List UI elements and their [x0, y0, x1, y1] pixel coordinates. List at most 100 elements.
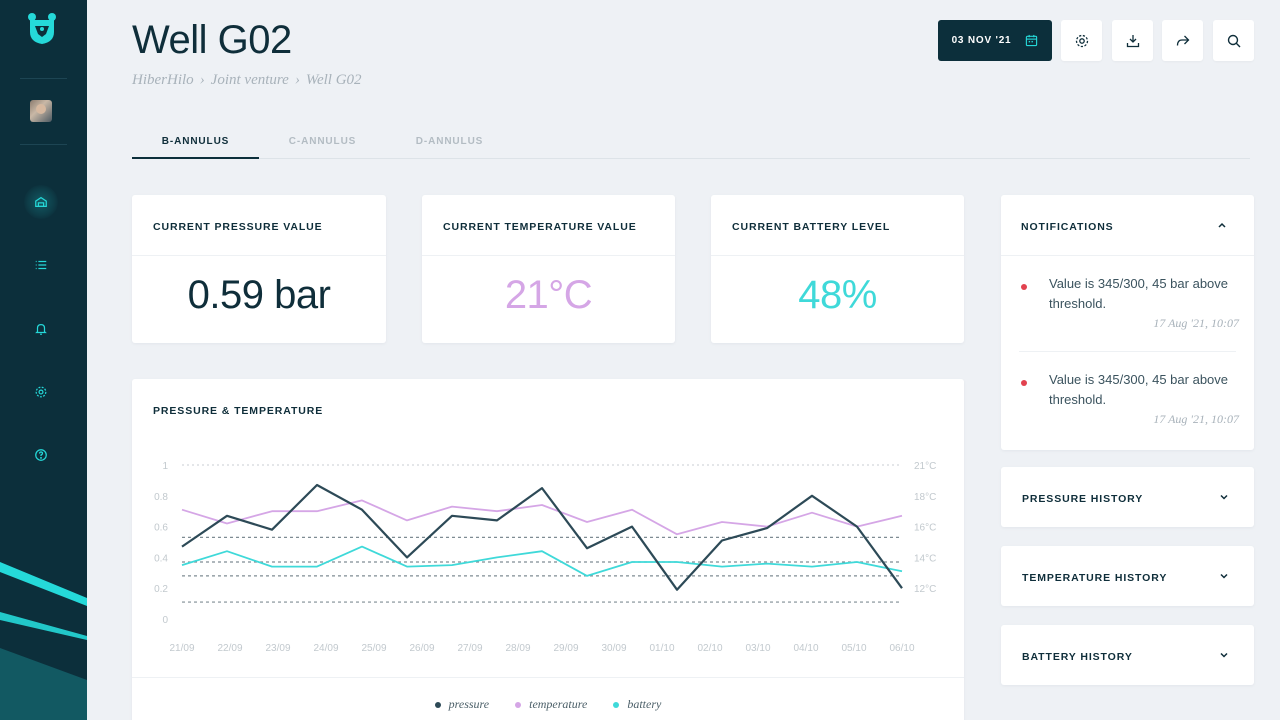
- battery-card: CURRENT BATTERY LEVEL 48%: [711, 195, 964, 343]
- card-divider: [1001, 255, 1254, 256]
- sidebar: [0, 0, 87, 720]
- card-divider: [132, 255, 386, 256]
- legend-item-battery[interactable]: battery: [613, 697, 661, 712]
- y-tick-label-right: 18°C: [914, 492, 936, 503]
- bell-icon: [35, 324, 47, 335]
- notification-time: 17 Aug '21, 10:07: [1153, 316, 1239, 330]
- card-divider: [422, 255, 675, 256]
- breadcrumb-item[interactable]: HiberHilo: [132, 72, 194, 89]
- download-icon: [1126, 34, 1139, 47]
- dashboard-icon: [35, 196, 47, 207]
- search-button[interactable]: [1213, 20, 1254, 61]
- y-tick-label-left: 0.8: [154, 492, 168, 503]
- pressure-card: CURRENT PRESSURE VALUE 0.59 bar: [132, 195, 386, 343]
- notification-time: 17 Aug '21, 10:07: [1153, 412, 1239, 426]
- help-icon: [35, 449, 47, 461]
- card-title: CURRENT TEMPERATURE VALUE: [443, 221, 637, 233]
- pressure-temperature-chart: 0 0.2 0.4 0.6 0.8 1 12°C 14°C 16°C 18°C 21°C 21/09 2…: [154, 461, 936, 654]
- legend-label: temperature: [529, 697, 588, 711]
- x-tick-label: 05/10: [841, 643, 866, 654]
- card-title: CURRENT BATTERY LEVEL: [732, 221, 891, 233]
- gear-icon: [1075, 34, 1088, 47]
- gear-icon: [35, 386, 47, 398]
- pressure-value: 0.59 bar: [187, 273, 331, 317]
- settings-button[interactable]: [1061, 20, 1102, 61]
- legend-label: battery: [627, 697, 662, 711]
- alert-dot: [1021, 284, 1027, 290]
- series-line-temperature: [181, 499, 903, 536]
- sidebar-item-settings[interactable]: [28, 379, 54, 405]
- search-icon: [1227, 34, 1240, 47]
- x-tick-label: 21/09: [169, 643, 194, 654]
- legend-dot: [515, 701, 522, 708]
- sidebar-item-list[interactable]: [28, 252, 54, 278]
- card-divider: [711, 255, 964, 256]
- accordion-title: TEMPERATURE HISTORY: [1022, 572, 1168, 584]
- accordion-pressure-history[interactable]: PRESSURE HISTORY: [1001, 467, 1254, 527]
- legend-item-temperature[interactable]: temperature: [515, 697, 587, 712]
- accordion-battery-history[interactable]: BATTERY HISTORY: [1001, 625, 1254, 685]
- sidebar-item-help[interactable]: [28, 442, 54, 468]
- chart-legend: pressure temperature battery: [132, 697, 964, 712]
- share-button[interactable]: [1162, 20, 1203, 61]
- tab-b-annulus[interactable]: B-ANNULUS: [132, 130, 259, 159]
- chevron-up-icon[interactable]: [1216, 219, 1228, 231]
- card-title: CURRENT PRESSURE VALUE: [153, 221, 323, 233]
- page-title: Well G02: [132, 18, 292, 62]
- bear-logo-icon[interactable]: [24, 10, 60, 46]
- breadcrumb-item-current: Well G02: [305, 72, 362, 88]
- breadcrumb-separator: ›: [199, 72, 205, 88]
- x-tick-label: 22/09: [217, 643, 242, 654]
- temperature-value: 21°C: [504, 273, 593, 317]
- x-tick-label: 06/10: [889, 643, 914, 654]
- x-tick-label: 02/10: [697, 643, 722, 654]
- y-tick-label-left: 0: [162, 615, 168, 626]
- download-button[interactable]: [1112, 20, 1153, 61]
- x-tick-label: 26/09: [409, 643, 434, 654]
- y-tick-label-left: 0.2: [154, 584, 168, 595]
- sidebar-item-dashboard[interactable]: [24, 185, 58, 219]
- chevron-down-icon: [1220, 573, 1228, 579]
- tab-c-annulus[interactable]: C-ANNULUS: [259, 130, 386, 159]
- battery-value: 48%: [798, 273, 877, 317]
- date-label: 03 NOV '21: [951, 35, 1012, 46]
- chevron-down-icon: [1220, 652, 1228, 658]
- tab-bar: B-ANNULUS C-ANNULUS D-ANNULUS: [132, 130, 1250, 159]
- y-tick-label-left: 0.4: [154, 553, 168, 564]
- y-tick-label-left: 1: [162, 461, 168, 472]
- alert-dot: [1021, 380, 1027, 386]
- accordion-temperature-history[interactable]: TEMPERATURE HISTORY: [1001, 546, 1254, 606]
- x-tick-label: 03/10: [745, 643, 770, 654]
- notification-item[interactable]: Value is 345/300, 45 bar above threshold…: [1019, 370, 1239, 430]
- calendar-icon: [1026, 34, 1038, 47]
- x-tick-label: 04/10: [793, 643, 818, 654]
- y-tick-label-right: 12°C: [914, 584, 936, 595]
- sidebar-decoration: [0, 562, 87, 720]
- breadcrumb: HiberHilo › Joint venture › Well G02: [132, 72, 362, 89]
- y-tick-label-right: 14°C: [914, 553, 936, 564]
- x-tick-label: 25/09: [361, 643, 386, 654]
- notification-text: Value is 345/300, 45 bar above threshold…: [1049, 276, 1229, 311]
- x-tick-label: 23/09: [265, 643, 290, 654]
- share-icon: [1176, 35, 1189, 46]
- legend-dot: [613, 701, 620, 708]
- x-tick-label: 29/09: [553, 643, 578, 654]
- legend-dot: [434, 701, 441, 708]
- sidebar-item-alerts[interactable]: [28, 316, 54, 342]
- notifications-panel: NOTIFICATIONS Value is 345/300, 45 bar a…: [1001, 195, 1254, 450]
- date-picker-button[interactable]: 03 NOV '21: [938, 20, 1052, 61]
- series-line-battery: [181, 545, 903, 577]
- notification-divider: [1019, 351, 1236, 352]
- notifications-title: NOTIFICATIONS: [1021, 221, 1114, 233]
- list-icon: [35, 260, 47, 270]
- breadcrumb-item[interactable]: Joint venture: [211, 72, 289, 89]
- chevron-down-icon: [1220, 494, 1228, 500]
- accordion-title: BATTERY HISTORY: [1022, 651, 1133, 663]
- sidebar-divider: [20, 78, 67, 79]
- legend-label: pressure: [448, 697, 490, 711]
- avatar[interactable]: [30, 100, 52, 122]
- legend-item-pressure[interactable]: pressure: [434, 697, 490, 712]
- sidebar-divider: [20, 144, 67, 145]
- tab-d-annulus[interactable]: D-ANNULUS: [386, 130, 513, 159]
- notification-item[interactable]: Value is 345/300, 45 bar above threshold…: [1019, 274, 1239, 334]
